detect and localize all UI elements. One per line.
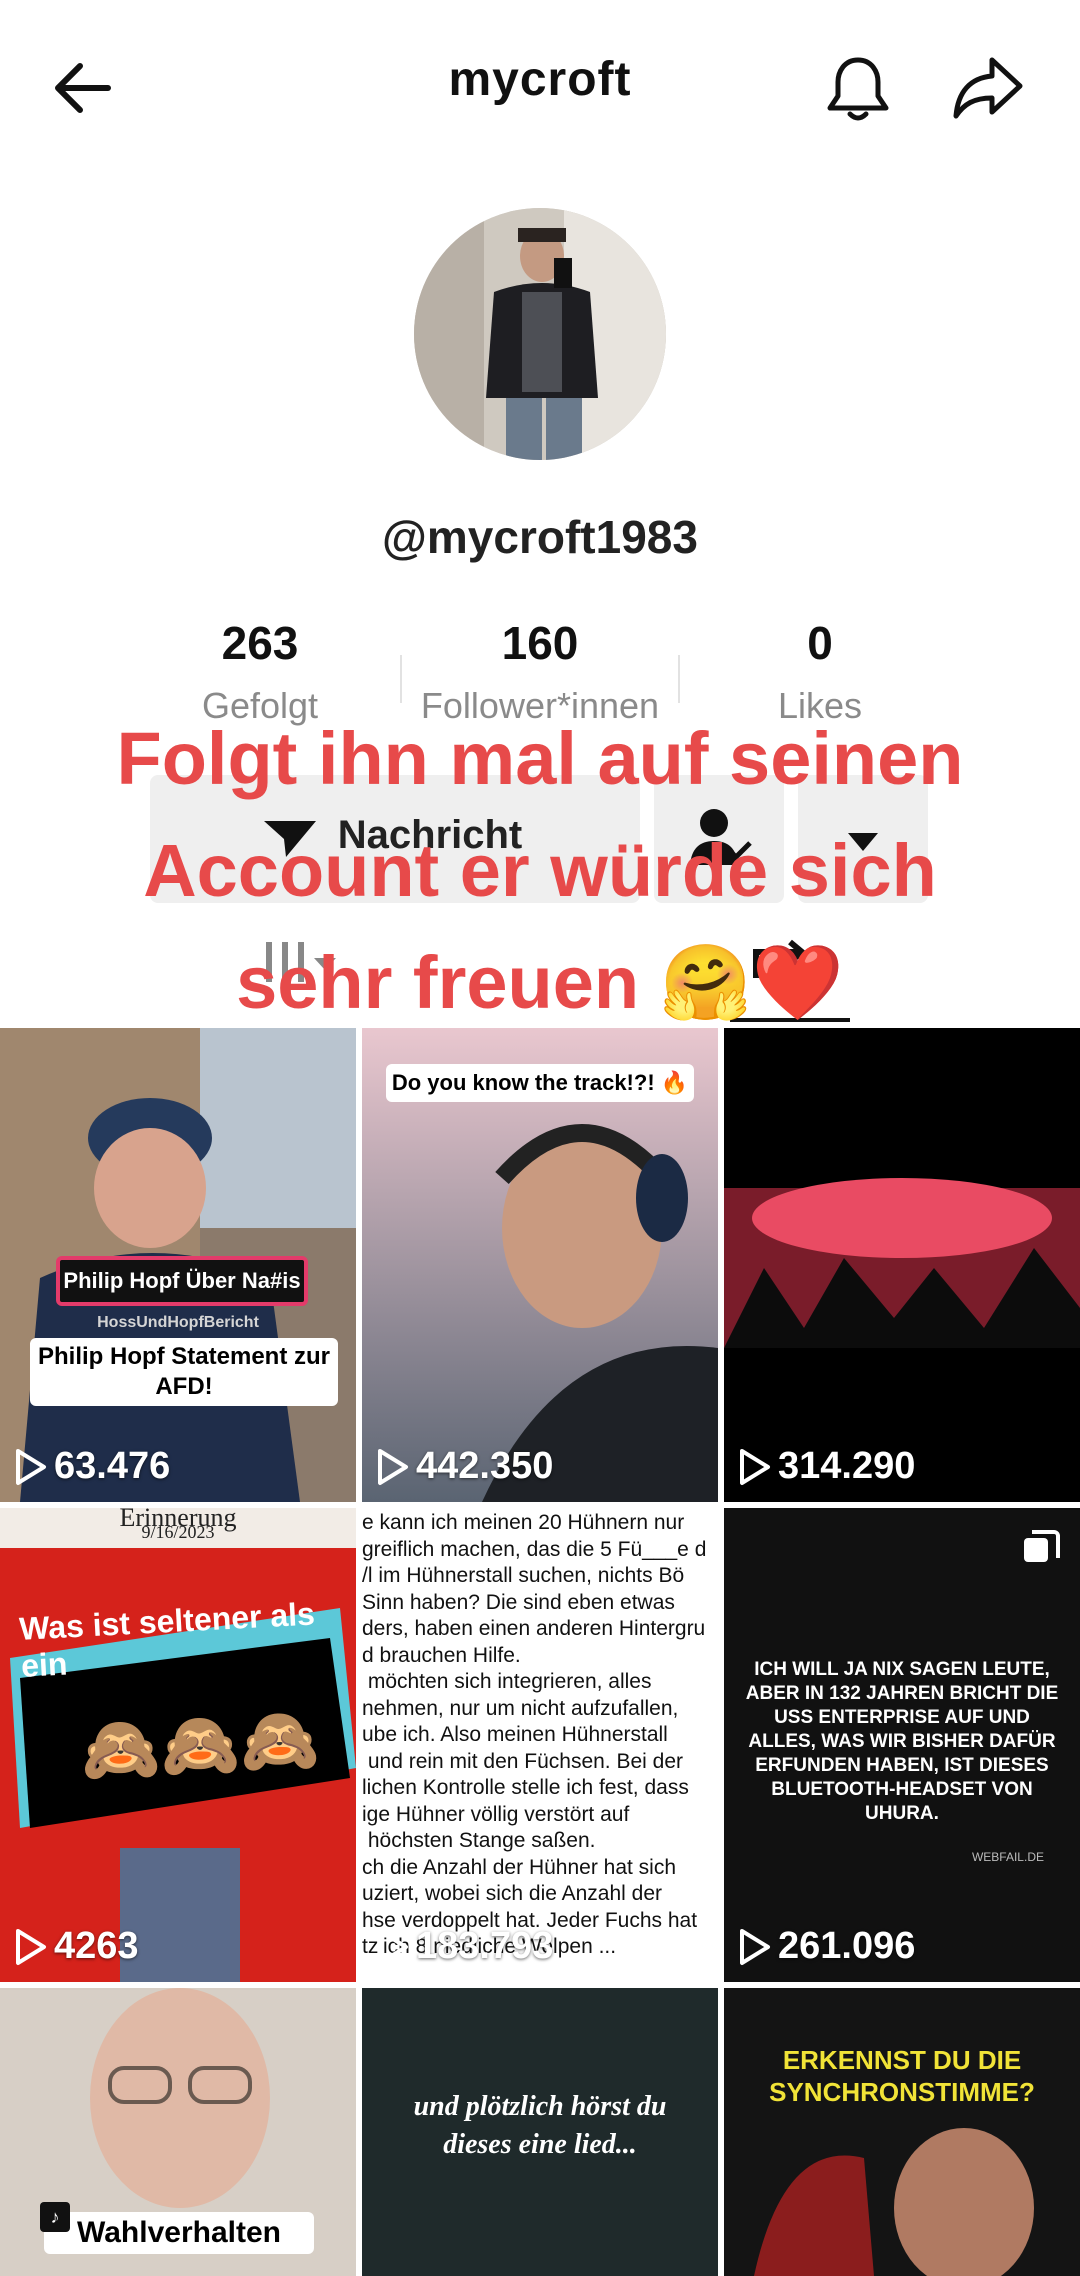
video-tile[interactable]: Philip Hopf Über Na#is HossUndHopfBerich… [0,1028,356,1502]
caption-main: Wahlverhalten [44,2212,314,2254]
overlay-line-1: Folgt ihn mal auf seinen [116,717,964,800]
caption-text-line: ube ich. Also meinen Hühnerstall [362,1723,668,1746]
avatar[interactable] [414,208,666,460]
overlay-line-3: sehr freuen 🤗❤️ [0,927,1080,1039]
overlay-caption: Folgt ihn mal auf seinen Account er würd… [0,703,1080,1039]
caption-text-line: /l im Hühnerstall suchen, nichts Bö [362,1564,685,1587]
view-count: 442.350 [372,1445,553,1488]
caption-main: Philip Hopf Statement zur AFD! [30,1338,338,1406]
view-count-value: 314.290 [778,1445,916,1487]
top-bar: mycroft [0,0,1080,170]
play-icon [740,1928,770,1965]
stat-value: 0 [807,617,833,669]
avatar-photo [414,208,666,460]
caption-text-line: lichen Kontrolle stelle ich fest, dass [362,1776,689,1799]
stat-value: 160 [501,617,579,669]
caption-date: 9/16/2023 [141,1522,215,1542]
page-title: mycroft [448,53,632,106]
stat-value: 263 [221,617,299,669]
video-grid: Philip Hopf Über Na#is HossUndHopfBerich… [0,1028,1080,2276]
video-thumbnail [724,1988,1080,2276]
video-tile[interactable]: Wahlverhalten ♪ [0,1988,356,2276]
video-tile[interactable]: Erinnerung 9/16/2023 Was ist seltener al… [0,1508,356,1982]
view-count: 314.290 [734,1445,915,1488]
overlay-line-3-text: sehr freuen [236,941,640,1024]
caption-text-line: ch die Anzahl der Hühner hat sich [362,1855,677,1879]
caption-text-line: und rein mit den Füchsen. Bei der [362,1749,684,1773]
view-count: 261.096 [734,1925,915,1968]
caption-text-line: e kann ich meinen 20 Hühnern nur [362,1511,685,1534]
view-count: 183.793 [372,1925,553,1968]
caption-text-line: ige Hühner völlig verstört auf [362,1802,630,1826]
caption-top: Philip Hopf Über Na#is [56,1256,308,1306]
caption-text-line: d brauchen Hilfe. [362,1643,521,1667]
view-count: 4263 [10,1925,139,1968]
monkey-emojis: 🙈🙈🙈 [78,1702,322,1788]
view-count: 63.476 [10,1445,170,1488]
caption-text-line: uziert, wobei sich die Anzahl der [362,1882,662,1905]
profile-username: @mycroft1983 [382,511,698,563]
play-icon [740,1448,770,1485]
play-icon [378,1928,408,1965]
caption-main: ICH WILL JA NIX SAGEN LEUTE, ABER IN 132… [745,1659,1059,1824]
video-tile[interactable]: Do you know the track!?! 🔥 442.350 [362,1028,718,1502]
video-tile[interactable]: ICH WILL JA NIX SAGEN LEUTE, ABER IN 132… [724,1508,1080,1982]
caption-main: ERKENNST DU DIE SYNCHRONSTIMME? [769,2045,1035,2107]
view-count-value: 4263 [54,1925,139,1967]
caption-text-line: greiflich machen, das die 5 Fü___e d [362,1537,707,1561]
caption-top: Do you know the track!?! 🔥 [386,1064,694,1102]
play-icon [16,1928,46,1965]
view-count-value: 442.350 [416,1445,554,1487]
caption-main: und plötzlich hörst du dieses eine lied.… [413,2091,667,2160]
stat-divider [678,655,680,703]
caption-tag: HossUndHopfBericht [97,1314,259,1331]
share-arrow-icon[interactable] [950,52,1026,124]
play-icon [16,1448,46,1485]
bell-icon[interactable] [820,50,896,126]
overlay-line-2: Account er würde sich [143,829,937,912]
video-tile[interactable]: und plötzlich hörst du dieses eine lied.… [362,1988,718,2276]
caption-text-line: höchsten Stange saßen. [362,1829,596,1852]
multi-photo-icon [1024,1530,1060,1562]
caption-text-line: ders, haben einen anderen Hintergru [362,1617,706,1640]
caption-text-line: möchten sich integrieren, alles [362,1670,652,1693]
tiktok-icon: ♪ [40,2202,70,2232]
caption-text-line: nehmen, nur um nicht aufzufallen, [362,1696,679,1720]
caption-source: WEBFAIL.DE [971,1850,1044,1864]
overlay-emoji: 🤗❤️ [659,941,844,1024]
view-count-value: 261.096 [778,1925,916,1967]
video-tile[interactable]: e kann ich meinen 20 Hühnern nur greiflic… [362,1508,718,1982]
video-thumbnail [724,1028,1080,1502]
video-tile[interactable]: 314.290 [724,1028,1080,1502]
play-icon [378,1448,408,1485]
view-count-value: 63.476 [54,1445,171,1487]
caption-text-line: Sinn haben? Die sind eben etwas [362,1590,675,1614]
video-tile[interactable]: ERKENNST DU DIE SYNCHRONSTIMME? [724,1988,1080,2276]
caption-text-block: e kann ich meinen 20 Hühnern nur greiflic… [362,1510,718,1961]
view-count-value: 183.793 [416,1925,554,1967]
